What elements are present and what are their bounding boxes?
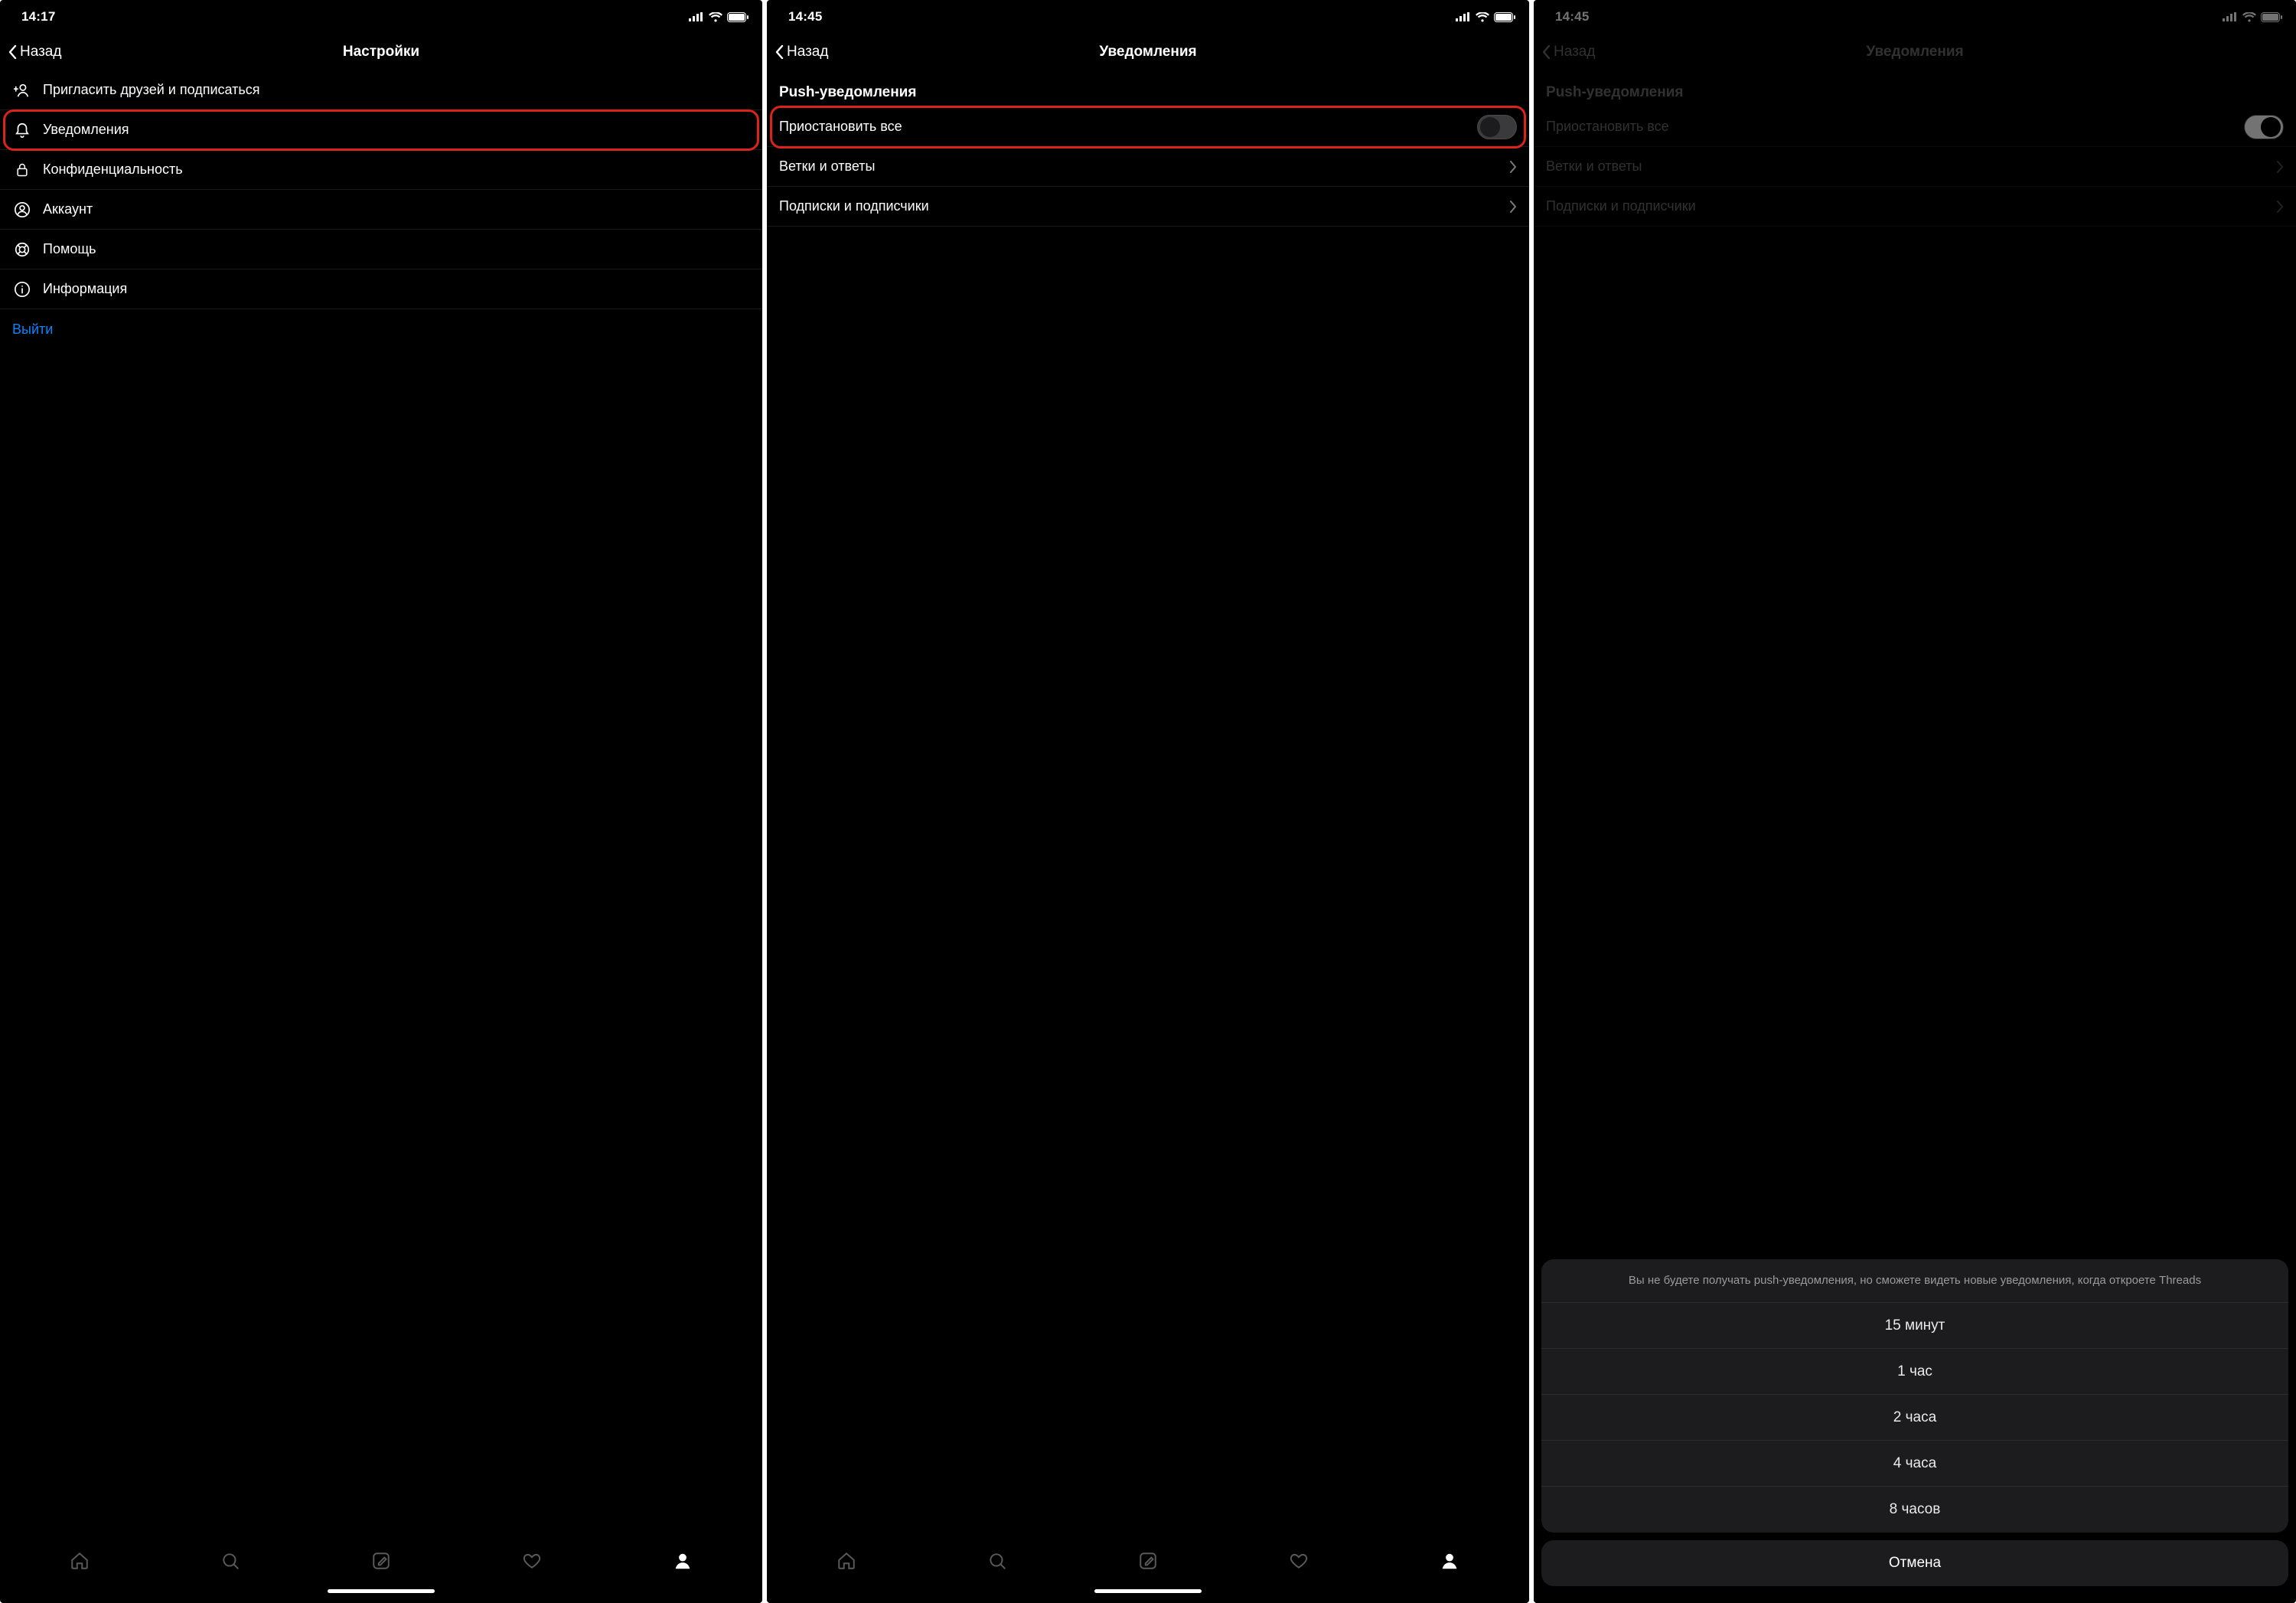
home-icon	[837, 1551, 856, 1571]
settings-item-label: Уведомления	[43, 122, 750, 138]
compose-icon	[371, 1551, 391, 1571]
settings-item-label: Информация	[43, 281, 750, 297]
action-sheet-option[interactable]: 1 час	[1541, 1349, 2288, 1395]
activity-tab[interactable]	[1289, 1551, 1309, 1575]
row-follows[interactable]: Подписки и подписчики	[767, 187, 1529, 227]
status-time: 14:17	[21, 9, 55, 24]
home-indicator[interactable]	[767, 1585, 1529, 1603]
status-bar: 14:45	[767, 0, 1529, 34]
cellular-icon	[689, 12, 704, 21]
pause-all-toggle[interactable]	[1477, 115, 1517, 139]
settings-list: Пригласить друзей и подписаться Уведомле…	[0, 70, 762, 349]
status-bar: 14:17	[0, 0, 762, 34]
search-tab[interactable]	[220, 1551, 240, 1575]
tab-bar	[0, 1540, 762, 1585]
info-icon	[12, 281, 32, 298]
action-sheet-option[interactable]: 15 минут	[1541, 1303, 2288, 1349]
action-sheet-cancel[interactable]: Отмена	[1541, 1540, 2288, 1586]
home-indicator[interactable]	[0, 1585, 762, 1603]
settings-item-help[interactable]: Помощь	[0, 230, 762, 269]
logout-button[interactable]: Выйти	[0, 309, 762, 349]
settings-item-about[interactable]: Информация	[0, 269, 762, 309]
wifi-icon	[1476, 12, 1489, 22]
search-icon	[987, 1551, 1007, 1571]
account-icon	[12, 201, 32, 218]
compose-tab[interactable]	[371, 1551, 391, 1575]
battery-icon	[1494, 12, 1515, 22]
screen-notifications-sheet: 14:45 Назад Уведомления Push-уведомления…	[1534, 0, 2296, 1603]
chevron-right-icon	[1510, 161, 1517, 173]
row-pause-all[interactable]: Приостановить все	[767, 107, 1529, 147]
compose-icon	[1138, 1551, 1158, 1571]
profile-icon	[1440, 1551, 1459, 1571]
help-icon	[12, 241, 32, 258]
settings-item-notifications[interactable]: Уведомления	[0, 110, 762, 150]
back-label: Назад	[20, 44, 61, 60]
status-time: 14:45	[788, 9, 822, 24]
settings-item-label: Аккаунт	[43, 201, 750, 217]
action-sheet-option[interactable]: 8 часов	[1541, 1487, 2288, 1533]
chevron-left-icon	[8, 44, 17, 60]
search-tab[interactable]	[987, 1551, 1007, 1575]
row-label: Приостановить все	[779, 119, 1466, 135]
logout-label: Выйти	[12, 322, 750, 338]
profile-icon	[673, 1551, 693, 1571]
status-icons	[689, 12, 748, 22]
row-label: Ветки и ответы	[779, 158, 1499, 175]
settings-item-label: Помощь	[43, 241, 750, 257]
screen-settings: 14:17 Назад Настройки Пригласить друзей …	[0, 0, 762, 1603]
action-sheet-cancel-group: Отмена	[1541, 1540, 2288, 1586]
action-sheet-options: Вы не будете получать push-уведомления, …	[1541, 1259, 2288, 1533]
home-tab[interactable]	[837, 1551, 856, 1575]
heart-icon	[522, 1551, 542, 1571]
settings-item-label: Пригласить друзей и подписаться	[43, 82, 750, 98]
row-label: Подписки и подписчики	[779, 198, 1499, 214]
profile-tab[interactable]	[1440, 1551, 1459, 1575]
action-sheet: Вы не будете получать push-уведомления, …	[1541, 1259, 2288, 1586]
row-threads-replies[interactable]: Ветки и ответы	[767, 147, 1529, 187]
action-sheet-option[interactable]: 4 часа	[1541, 1441, 2288, 1487]
heart-icon	[1289, 1551, 1309, 1571]
nav-header: Назад Настройки	[0, 34, 762, 70]
bell-icon	[12, 122, 32, 139]
settings-item-privacy[interactable]: Конфиденциальность	[0, 150, 762, 190]
settings-item-invite[interactable]: Пригласить друзей и подписаться	[0, 70, 762, 110]
wifi-icon	[709, 12, 722, 22]
chevron-left-icon	[775, 44, 784, 60]
home-icon	[70, 1551, 90, 1571]
person-add-icon	[12, 82, 32, 99]
page-title: Уведомления	[1099, 44, 1196, 60]
back-label: Назад	[787, 44, 828, 60]
action-sheet-message: Вы не будете получать push-уведомления, …	[1541, 1259, 2288, 1303]
profile-tab[interactable]	[673, 1551, 693, 1575]
battery-icon	[727, 12, 748, 22]
tab-bar	[767, 1540, 1529, 1585]
action-sheet-option[interactable]: 2 часа	[1541, 1395, 2288, 1441]
compose-tab[interactable]	[1138, 1551, 1158, 1575]
search-icon	[220, 1551, 240, 1571]
back-button[interactable]: Назад	[8, 44, 61, 60]
section-header-push: Push-уведомления	[767, 70, 1529, 107]
cellular-icon	[1456, 12, 1471, 21]
settings-item-account[interactable]: Аккаунт	[0, 190, 762, 230]
settings-item-label: Конфиденциальность	[43, 162, 750, 178]
screen-notifications: 14:45 Назад Уведомления Push-уведомления…	[767, 0, 1529, 1603]
back-button[interactable]: Назад	[775, 44, 828, 60]
nav-header: Назад Уведомления	[767, 34, 1529, 70]
chevron-right-icon	[1510, 201, 1517, 213]
home-tab[interactable]	[70, 1551, 90, 1575]
lock-icon	[12, 162, 32, 178]
status-icons	[1456, 12, 1515, 22]
page-title: Настройки	[343, 44, 419, 60]
notifications-list: Приостановить все Ветки и ответы Подписк…	[767, 107, 1529, 227]
activity-tab[interactable]	[522, 1551, 542, 1575]
